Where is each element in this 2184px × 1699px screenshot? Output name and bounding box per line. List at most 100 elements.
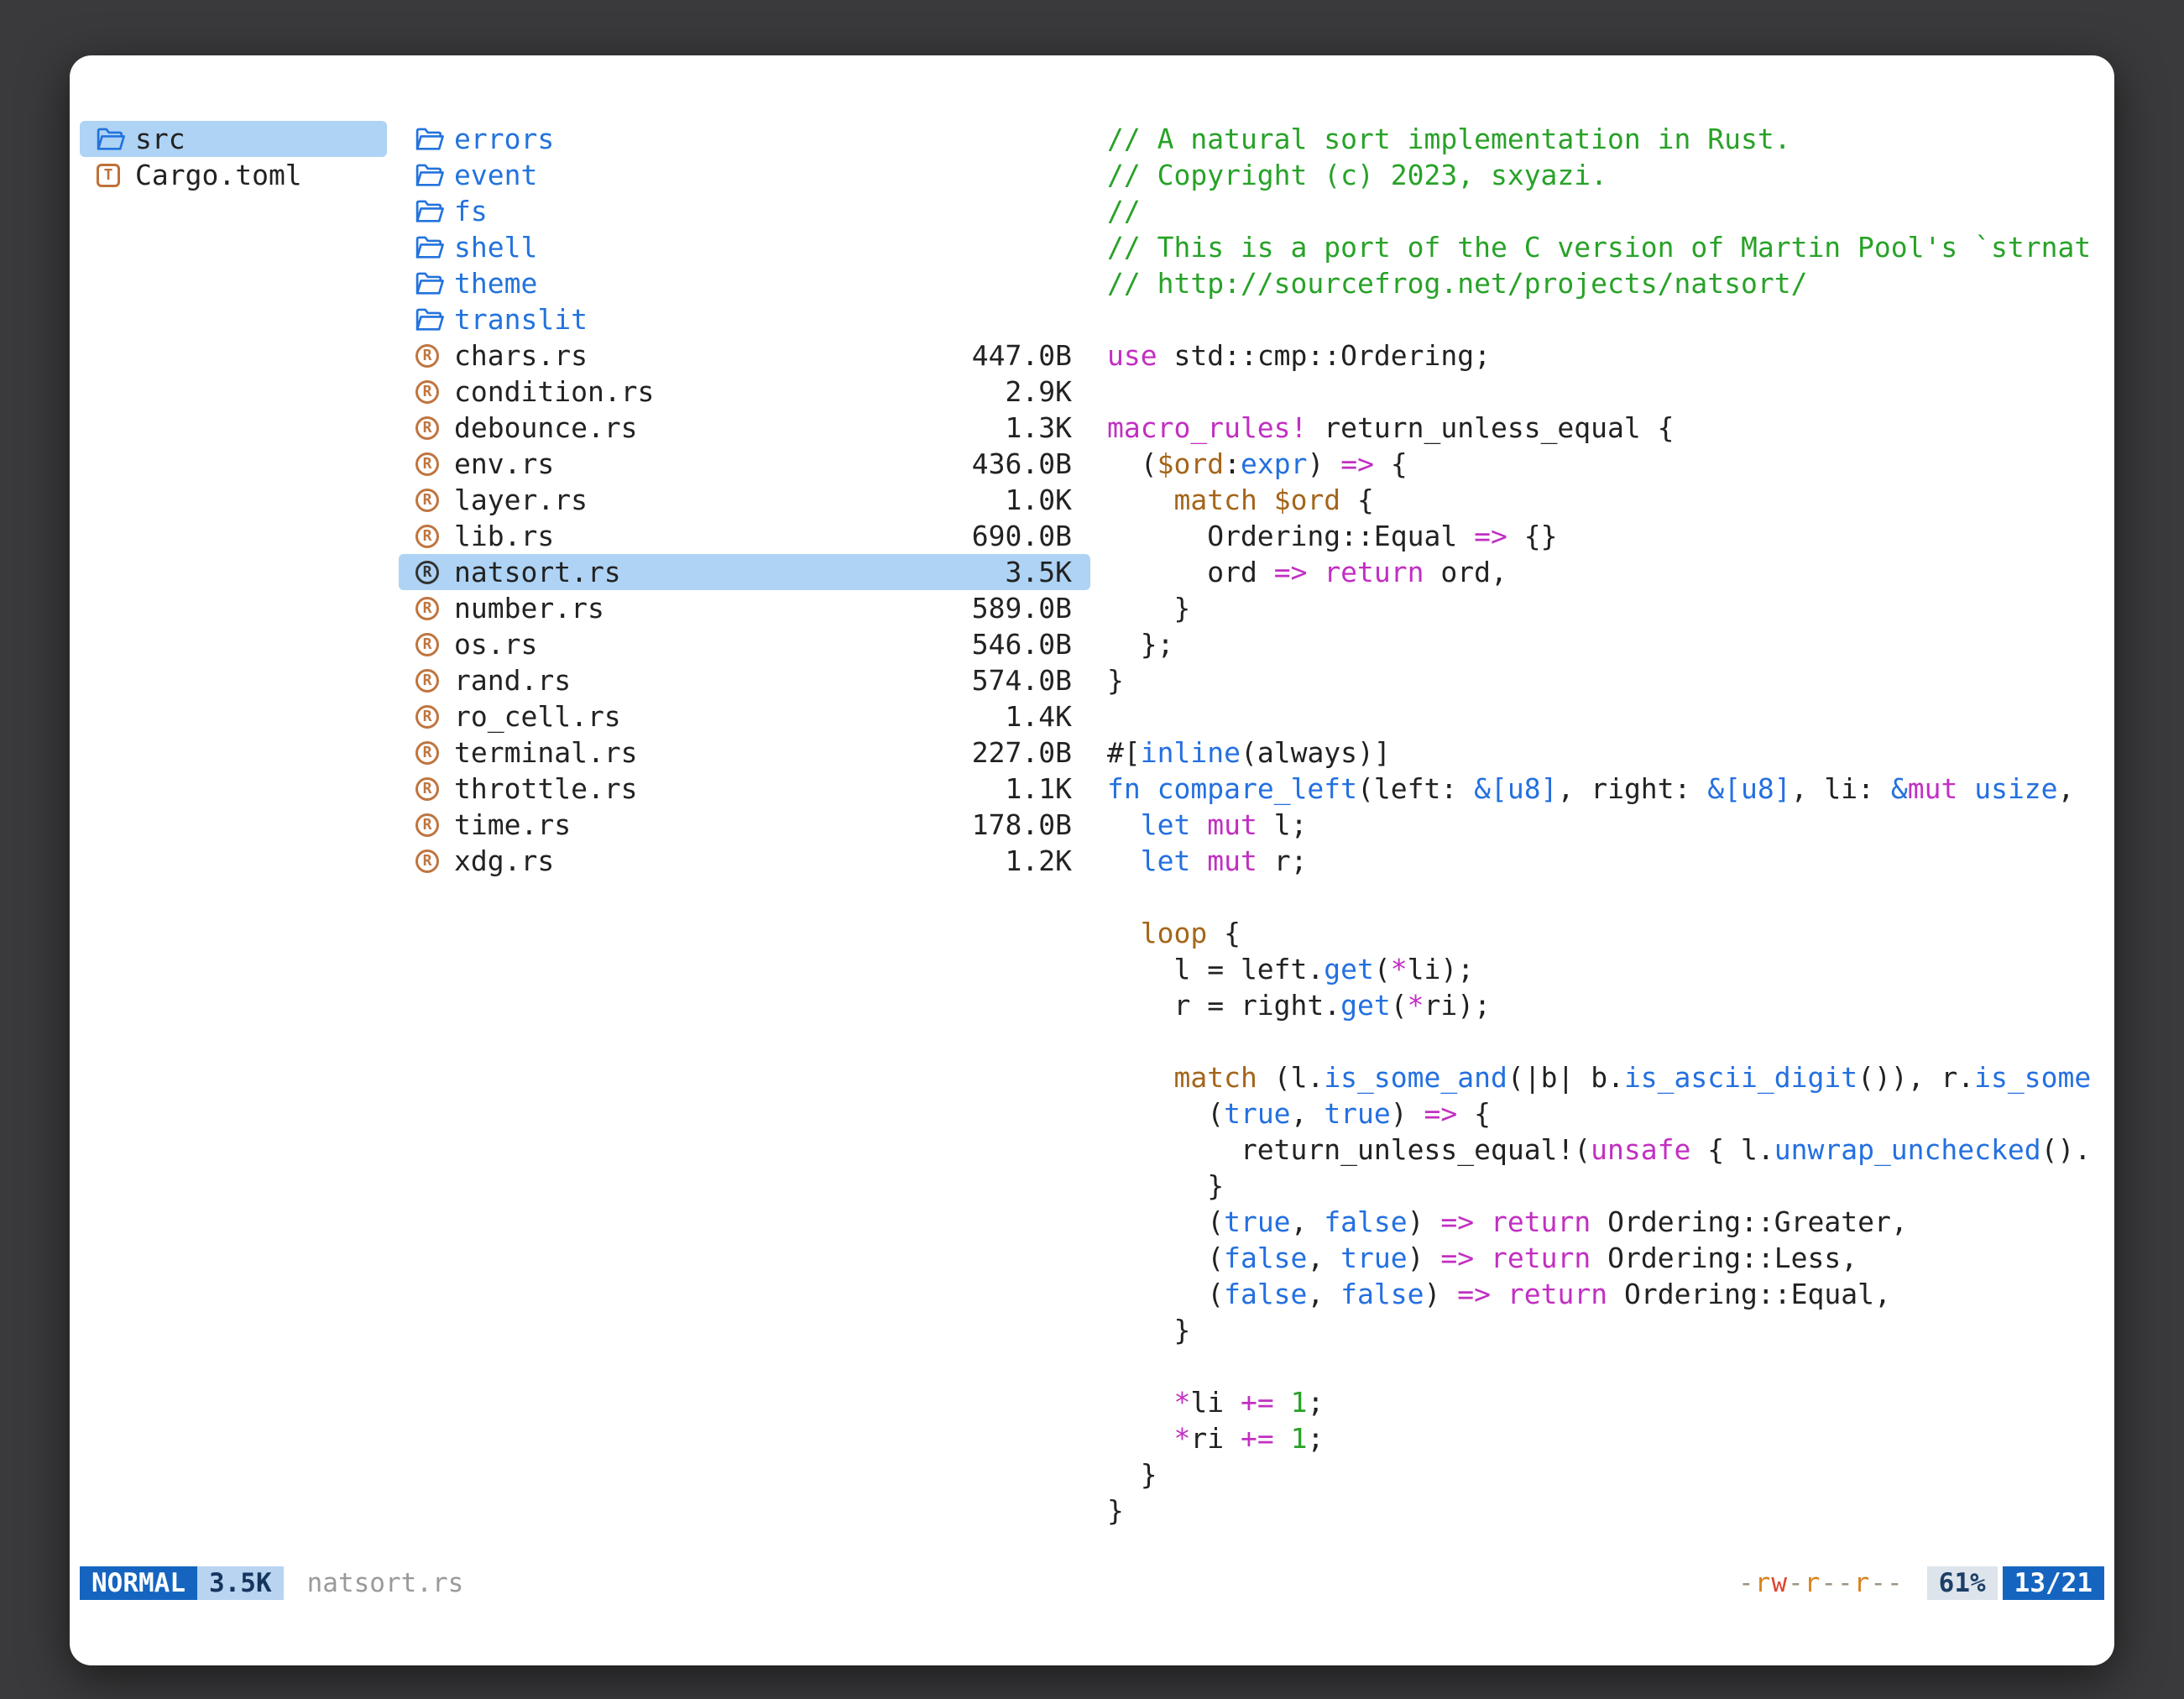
entry-name: rand.rs: [454, 662, 571, 698]
code-line: [1107, 374, 2104, 410]
mode-badge: NORMAL: [80, 1566, 197, 1600]
code-line: (false, true) => return Ordering::Less,: [1107, 1240, 2104, 1276]
rust-file-icon: R: [415, 669, 454, 693]
entry-name: condition.rs: [454, 374, 654, 410]
code-line: fn compare_left(left: &[u8], right: &[u8…: [1107, 771, 2104, 807]
code-line: *li += 1;: [1107, 1384, 2104, 1420]
code-line: // This is a port of the C version of Ma…: [1107, 229, 2104, 265]
file-row[interactable]: Rcondition.rs2.9K: [399, 374, 1090, 410]
dir-row[interactable]: src: [80, 121, 387, 157]
file-row[interactable]: Rnatsort.rs3.5K: [399, 554, 1090, 590]
rust-file-icon: R: [415, 344, 454, 368]
rust-file-icon: R: [415, 525, 454, 548]
code-line: macro_rules! return_unless_equal {: [1107, 410, 2104, 446]
entry-name: throttle.rs: [454, 771, 638, 807]
entry-size: 436.0B: [972, 446, 1072, 482]
file-row[interactable]: Rxdg.rs1.2K: [399, 843, 1090, 879]
dir-row[interactable]: errors: [399, 121, 1090, 157]
dir-row[interactable]: event: [399, 157, 1090, 193]
code-line: }: [1107, 590, 2104, 626]
entry-name: os.rs: [454, 626, 537, 662]
code-line: match (l.is_some_and(|b| b.is_ascii_digi…: [1107, 1059, 2104, 1095]
code-line: loop {: [1107, 915, 2104, 951]
entry-size: 1.4K: [1006, 698, 1072, 734]
entry-size: 178.0B: [972, 807, 1072, 843]
folder-icon: [415, 307, 454, 332]
preview-pane[interactable]: // A natural sort implementation in Rust…: [1107, 121, 2104, 1566]
file-row[interactable]: Rrand.rs574.0B: [399, 662, 1090, 698]
toml-file-icon: T: [97, 164, 135, 187]
file-row[interactable]: Rthrottle.rs1.1K: [399, 771, 1090, 807]
entry-name: layer.rs: [454, 482, 588, 518]
entry-name: ro_cell.rs: [454, 698, 621, 734]
code-line: // Copyright (c) 2023, sxyazi.: [1107, 157, 2104, 193]
scroll-percent-badge: 61%: [1927, 1566, 1998, 1600]
status-filename: natsort.rs: [307, 1568, 464, 1598]
entry-name: Cargo.toml: [135, 157, 302, 193]
rust-file-icon: R: [415, 777, 454, 801]
file-manager-window: srcTCargo.toml errorseventfsshellthemetr…: [70, 55, 2114, 1665]
code-line: };: [1107, 626, 2104, 662]
entry-size: 3.5K: [1006, 554, 1072, 590]
current-pane: errorseventfsshellthemetranslitRchars.rs…: [399, 121, 1090, 879]
file-row[interactable]: Rdebounce.rs1.3K: [399, 410, 1090, 446]
entry-size: 447.0B: [972, 337, 1072, 374]
code-line: (true, true) => {: [1107, 1095, 2104, 1132]
entry-size: 1.0K: [1006, 482, 1072, 518]
rust-file-icon: R: [415, 597, 454, 620]
file-row[interactable]: Ros.rs546.0B: [399, 626, 1090, 662]
file-row[interactable]: Rlib.rs 690.0B: [399, 518, 1090, 554]
code-line: [1107, 301, 2104, 337]
code-line: ord => return ord,: [1107, 554, 2104, 590]
code-line: //: [1107, 193, 2104, 229]
file-row[interactable]: Rchars.rs447.0B: [399, 337, 1090, 374]
rust-file-icon: R: [415, 561, 454, 584]
folder-icon: [97, 127, 135, 152]
panes-container: srcTCargo.toml errorseventfsshellthemetr…: [70, 55, 2114, 1566]
file-row[interactable]: Rro_cell.rs1.4K: [399, 698, 1090, 734]
entry-name: terminal.rs: [454, 734, 638, 771]
entry-name: event: [454, 157, 537, 193]
entry-name: number.rs: [454, 590, 604, 626]
code-line: return_unless_equal!(unsafe { l.unwrap_u…: [1107, 1132, 2104, 1168]
code-line: [1107, 698, 2104, 734]
code-line: ($ord:expr) => {: [1107, 446, 2104, 482]
code-line: r = right.get(*ri);: [1107, 987, 2104, 1023]
dir-row[interactable]: fs: [399, 193, 1090, 229]
dir-row[interactable]: translit: [399, 301, 1090, 337]
status-left: NORMAL 3.5K natsort.rs: [80, 1566, 463, 1600]
entry-name: src: [135, 121, 185, 157]
dir-row[interactable]: shell: [399, 229, 1090, 265]
code-line: let mut l;: [1107, 807, 2104, 843]
entry-size: 1.3K: [1006, 410, 1072, 446]
rust-file-icon: R: [415, 416, 454, 440]
file-row[interactable]: Rtime.rs178.0B: [399, 807, 1090, 843]
code-line: (true, false) => return Ordering::Greate…: [1107, 1204, 2104, 1240]
file-size-badge: 3.5K: [197, 1566, 284, 1600]
entry-name: shell: [454, 229, 537, 265]
code-line: }: [1107, 662, 2104, 698]
code-line: #[inline(always)]: [1107, 734, 2104, 771]
code-line: }: [1107, 1168, 2104, 1204]
entry-name: xdg.rs: [454, 843, 554, 879]
entry-size: 690.0B: [972, 518, 1072, 554]
folder-icon: [415, 163, 454, 188]
cursor-position-badge: 13/21: [2003, 1566, 2104, 1600]
entry-size: 1.2K: [1006, 843, 1072, 879]
entry-name: lib.rs: [454, 518, 554, 554]
rust-file-icon: R: [415, 452, 454, 476]
entry-size: 2.9K: [1006, 374, 1072, 410]
code-line: }: [1107, 1493, 2104, 1529]
file-row[interactable]: Renv.rs436.0B: [399, 446, 1090, 482]
file-row[interactable]: Rlayer.rs1.0K: [399, 482, 1090, 518]
code-line: [1107, 1023, 2104, 1059]
entry-size: 227.0B: [972, 734, 1072, 771]
code-line: }: [1107, 1456, 2104, 1493]
file-row[interactable]: Rterminal.rs227.0B: [399, 734, 1090, 771]
dir-row[interactable]: theme: [399, 265, 1090, 301]
code-line: let mut r;: [1107, 843, 2104, 879]
code-line: Ordering::Equal => {}: [1107, 518, 2104, 554]
file-row[interactable]: Rnumber.rs589.0B: [399, 590, 1090, 626]
file-row[interactable]: TCargo.toml: [80, 157, 387, 193]
code-line: }: [1107, 1312, 2104, 1348]
